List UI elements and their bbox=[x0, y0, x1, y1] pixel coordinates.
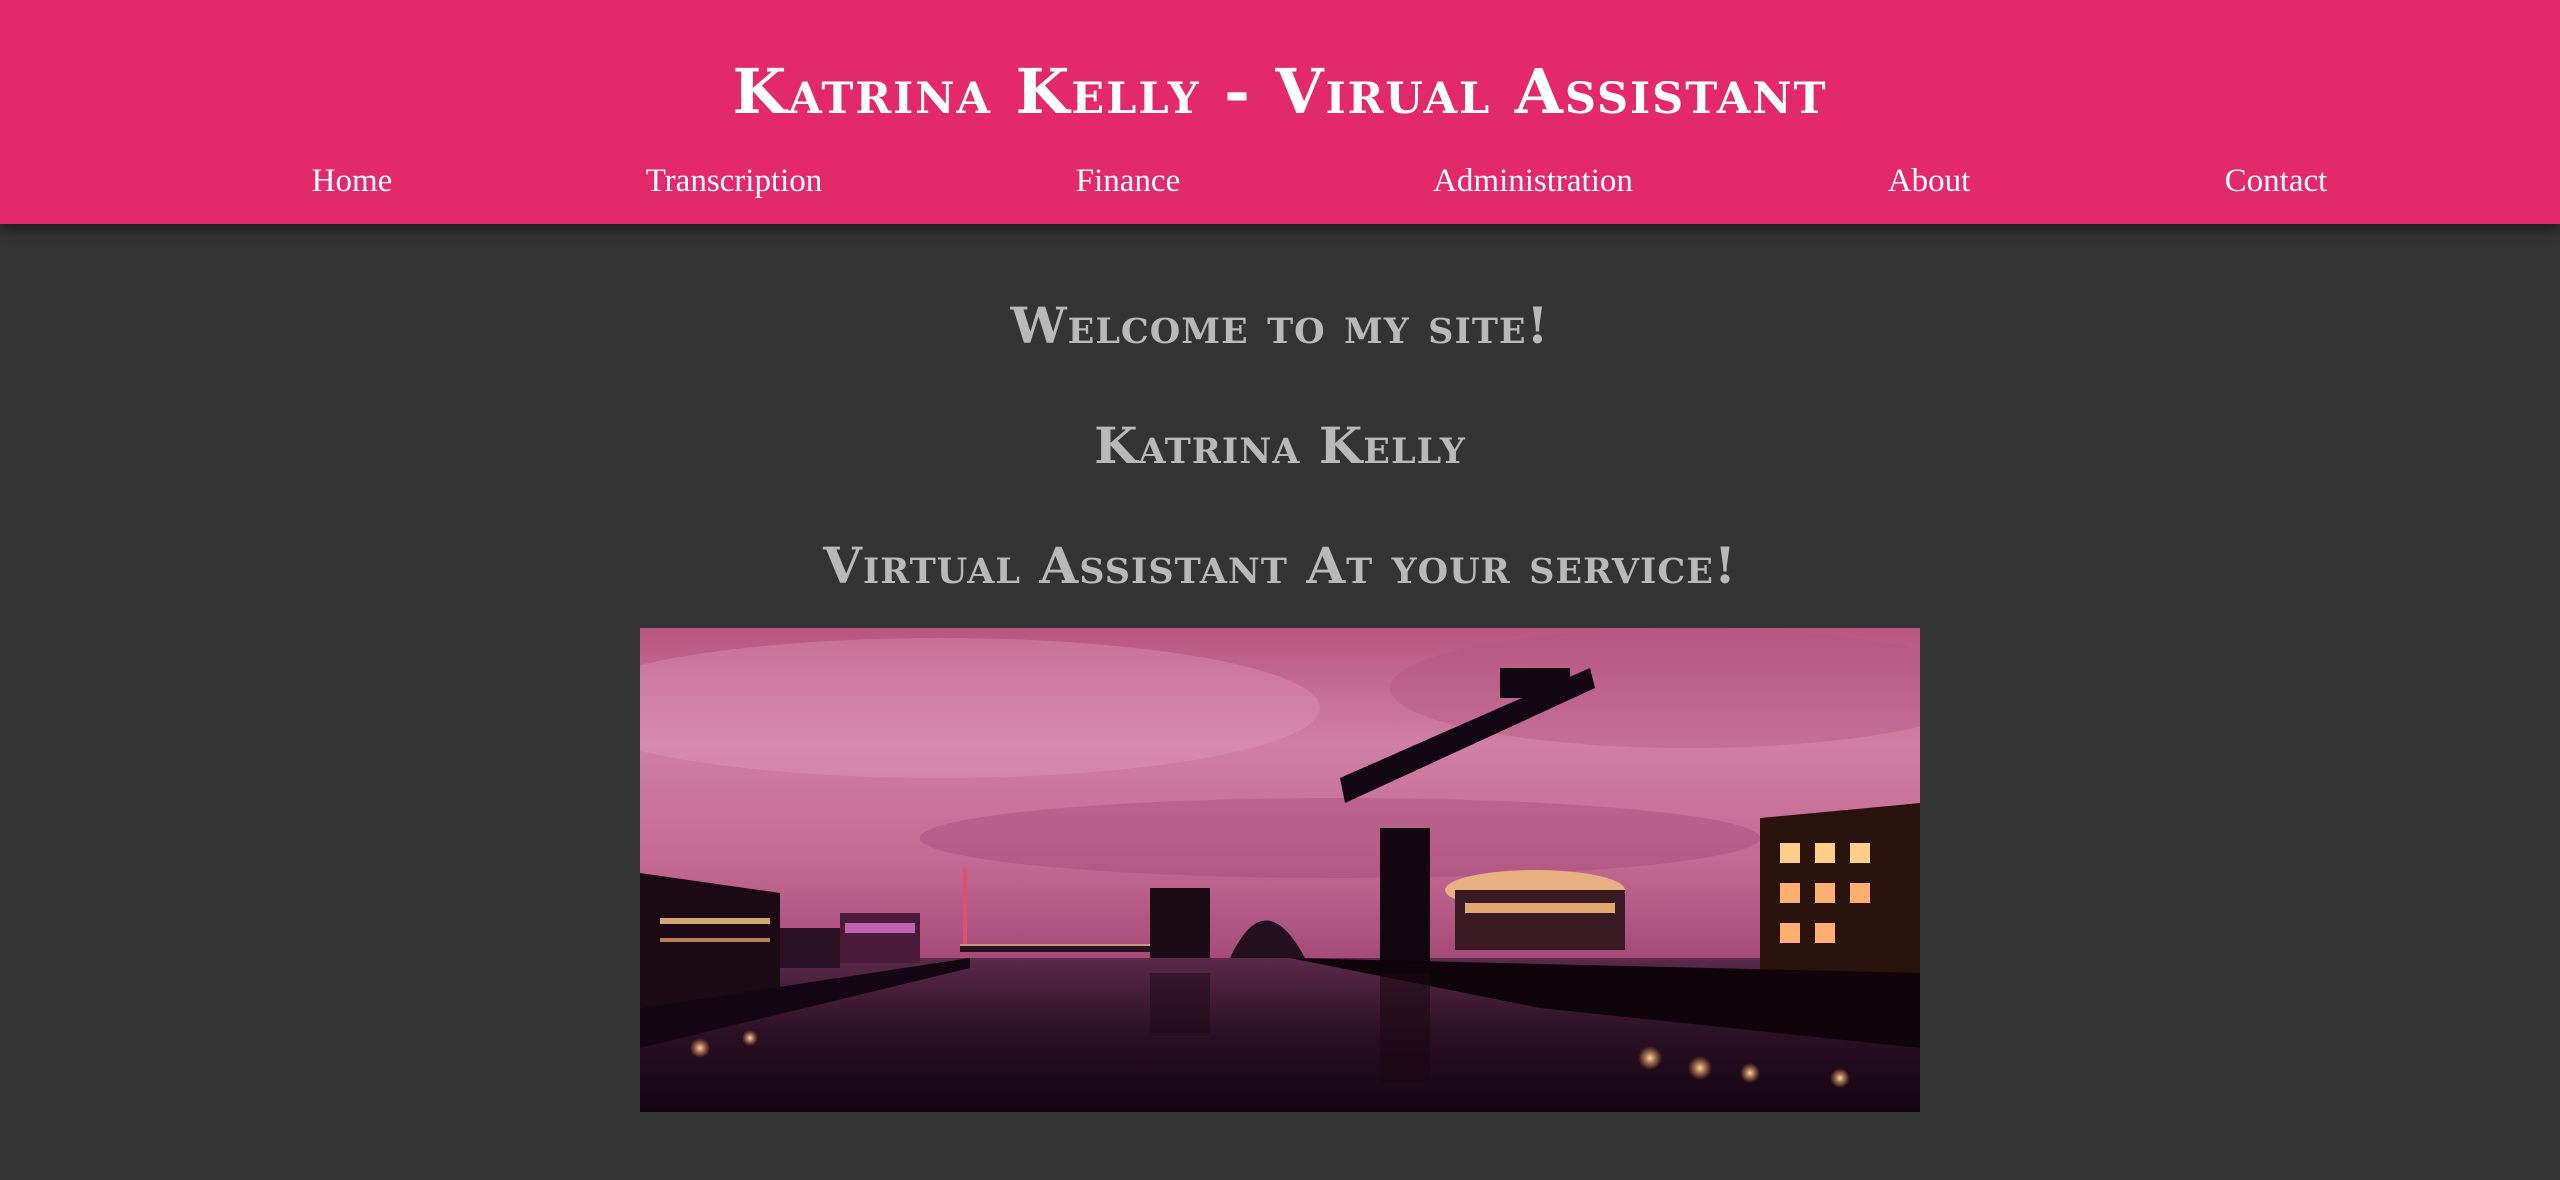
nav-transcription[interactable]: Transcription bbox=[584, 156, 884, 206]
tagline-heading: Virtual Assistant At your service! bbox=[823, 536, 1737, 595]
nav-contact[interactable]: Contact bbox=[2126, 156, 2426, 206]
site-header: Katrina Kelly - Virual Assistant Home Tr… bbox=[0, 0, 2560, 224]
name-heading: Katrina Kelly bbox=[1094, 416, 1466, 475]
nav-finance[interactable]: Finance bbox=[978, 156, 1278, 206]
hero-image bbox=[640, 628, 1920, 1112]
main-content: Welcome to my site! Katrina Kelly Virtua… bbox=[0, 224, 2560, 1180]
nav-home[interactable]: Home bbox=[202, 156, 502, 206]
nav-about[interactable]: About bbox=[1779, 156, 2079, 206]
city-skyline-photo bbox=[640, 628, 1920, 1112]
welcome-heading: Welcome to my site! bbox=[1010, 296, 1550, 355]
nav-administration[interactable]: Administration bbox=[1383, 156, 1683, 206]
site-title: Katrina Kelly - Virual Assistant bbox=[732, 55, 1828, 128]
main-nav: Home Transcription Finance Administratio… bbox=[0, 156, 2560, 206]
